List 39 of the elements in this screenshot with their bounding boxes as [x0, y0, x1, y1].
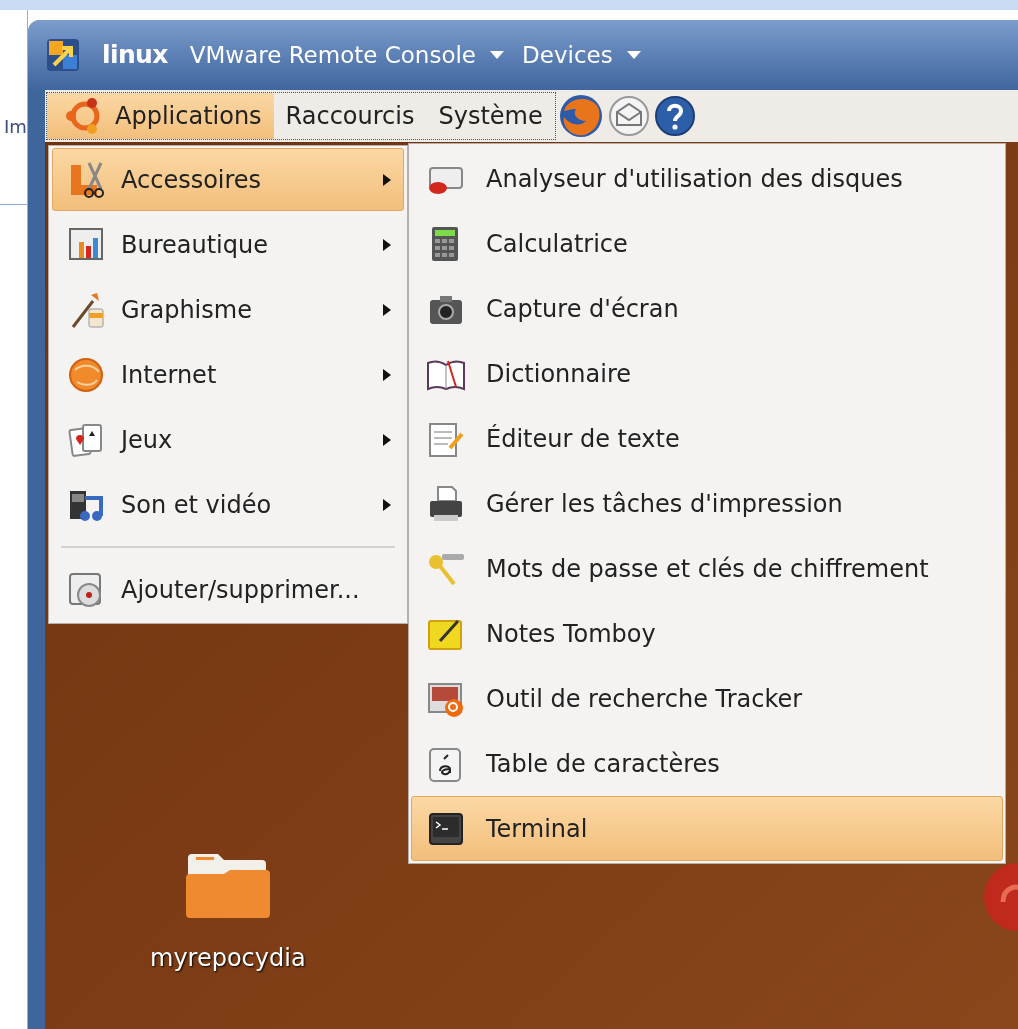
menu-item[interactable]: Graphisme [52, 278, 404, 341]
submenu-arrow-icon [383, 433, 391, 446]
menu-item[interactable]: Son et vidéo [52, 473, 404, 536]
menu-item[interactable]: Internet [52, 343, 404, 406]
menu-item[interactable]: Dictionnaire [411, 341, 1003, 406]
folder-icon[interactable] [183, 852, 272, 920]
menu-item[interactable]: Outil de recherche Tracker [411, 666, 1003, 731]
window-title: linux [102, 39, 168, 72]
folder-label[interactable]: myrepocydia [150, 940, 306, 976]
caret-icon [626, 51, 641, 59]
menu-button[interactable]: VMware Remote Console [189, 37, 512, 73]
menu-item[interactable]: Notes Tomboy [411, 601, 1003, 666]
menu-item[interactable]: Éditeur de texte [411, 406, 1003, 471]
background-text: Im [4, 115, 27, 139]
panel-menu[interactable]: Système [426, 93, 555, 139]
menu-item[interactable]: Calculatrice [411, 211, 1003, 276]
envelope-icon[interactable] [607, 95, 650, 137]
submenu-arrow-icon [383, 498, 391, 511]
panel-menu[interactable]: Applications [47, 93, 274, 139]
menu-button[interactable]: Devices [522, 37, 649, 73]
help-icon[interactable] [653, 95, 696, 137]
menu-item[interactable]: Ajouter/supprimer... [52, 558, 404, 621]
menu-item[interactable]: Jeux [52, 408, 404, 471]
caret-icon [490, 51, 504, 59]
submenu-arrow-icon [383, 173, 391, 186]
menu-item[interactable]: Gérer les tâches d'impression [411, 471, 1003, 536]
submenu-arrow-icon [383, 238, 391, 251]
menu-item[interactable]: Mots de passe et clés de chiffrement [411, 536, 1003, 601]
menu-item[interactable]: Capture d'écran [411, 276, 1003, 341]
submenu-arrow-icon [383, 368, 391, 381]
panel-menu[interactable]: Raccourcis [273, 93, 427, 139]
menu-item[interactable]: Analyseur d'utilisation des disques [411, 146, 1003, 211]
menu-item[interactable]: Terminal [411, 796, 1003, 861]
menu-item[interactable]: Bureautique [52, 213, 404, 276]
menu-item[interactable]: Accessoires [52, 148, 404, 211]
app-logo-icon [46, 38, 80, 72]
menu-item[interactable]: Table de caractères [411, 731, 1003, 796]
submenu-arrow-icon [383, 303, 391, 316]
globe-fox-icon[interactable] [557, 93, 604, 139]
